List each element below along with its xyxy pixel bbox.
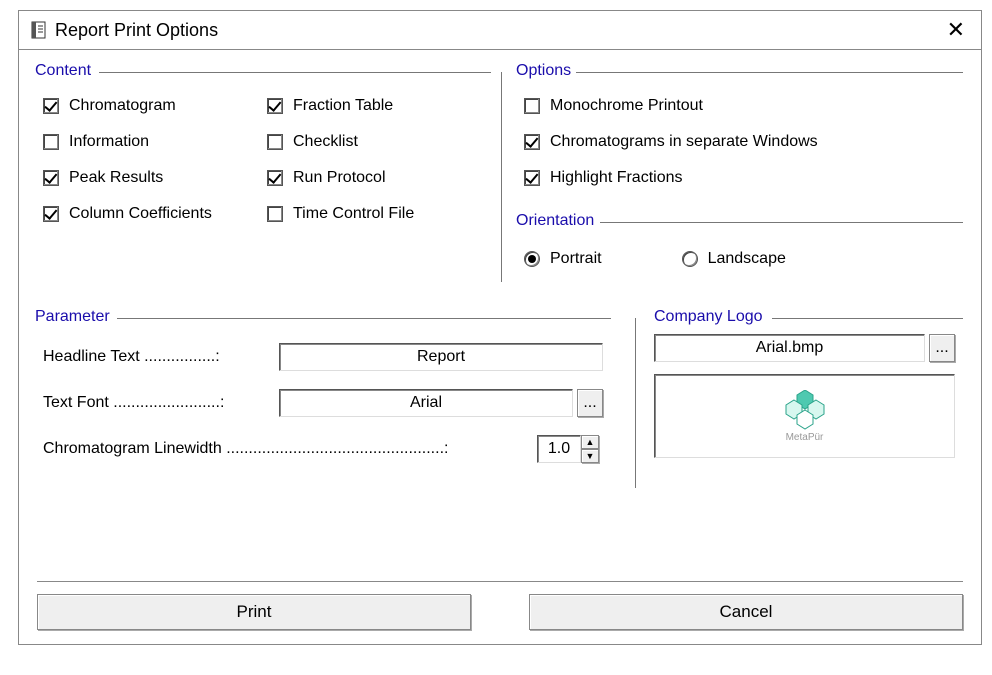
orientation-group: Orientation Portrait Landscape (516, 222, 963, 282)
linewidth-spinner[interactable]: 1.0 ▲ ▼ (537, 435, 599, 463)
cancel-label: Cancel (720, 602, 773, 622)
orientation-legend: Orientation (516, 212, 598, 230)
linewidth-value: 1.0 (548, 440, 570, 458)
linewidth-label: Chromatogram Linewidth .................… (43, 440, 537, 458)
content-legend: Content (35, 62, 95, 80)
chk-label: Time Control File (293, 205, 414, 223)
document-icon (29, 20, 49, 40)
linewidth-row: Chromatogram Linewidth .................… (43, 426, 603, 472)
chk-label: Highlight Fractions (550, 169, 683, 187)
chk-label: Chromatograms in separate Windows (550, 133, 818, 151)
checkbox-icon (267, 206, 283, 222)
ellipsis-label: ... (583, 394, 596, 412)
chk-information[interactable]: Information (43, 124, 253, 160)
chk-run-protocol[interactable]: Run Protocol (267, 160, 477, 196)
checkbox-icon (267, 170, 283, 186)
chk-separate-windows[interactable]: Chromatograms in separate Windows (524, 124, 955, 160)
font-value: Arial (410, 394, 442, 412)
headline-row: Headline Text ................: Report (43, 334, 603, 380)
logo-image: MetaPür (782, 390, 828, 443)
ellipsis-label: ... (935, 339, 948, 357)
close-button[interactable]: ✕ (941, 17, 971, 43)
parameter-legend: Parameter (35, 308, 114, 326)
content-group: Content Chromatogram Information (35, 72, 491, 258)
print-button[interactable]: Print (37, 594, 471, 630)
chk-chromatogram[interactable]: Chromatogram (43, 88, 253, 124)
checkbox-icon (43, 98, 59, 114)
logo-path-input[interactable]: Arial.bmp (654, 334, 925, 362)
chk-checklist[interactable]: Checklist (267, 124, 477, 160)
cancel-button[interactable]: Cancel (529, 594, 963, 630)
chk-fraction-table[interactable]: Fraction Table (267, 88, 477, 124)
logo-legend: Company Logo (654, 308, 767, 326)
radio-icon (682, 251, 698, 267)
window-title: Report Print Options (55, 20, 941, 41)
chk-label: Run Protocol (293, 169, 386, 187)
checkbox-icon (43, 134, 59, 150)
print-label: Print (237, 602, 272, 622)
chk-label: Monochrome Printout (550, 97, 703, 115)
checkbox-icon (267, 98, 283, 114)
spin-up-button[interactable]: ▲ (581, 435, 599, 449)
chk-label: Checklist (293, 133, 358, 151)
logo-preview: MetaPür (654, 374, 955, 458)
checkbox-icon (524, 98, 540, 114)
checkbox-icon (43, 170, 59, 186)
chk-time-control-file[interactable]: Time Control File (267, 196, 477, 232)
chk-label: Information (69, 133, 149, 151)
chk-label: Peak Results (69, 169, 163, 187)
chk-monochrome[interactable]: Monochrome Printout (524, 88, 955, 124)
right-column: Options Monochrome Printout Chromatogram… (501, 72, 963, 282)
radio-label: Portrait (550, 250, 602, 268)
radio-portrait[interactable]: Portrait (524, 244, 602, 274)
titlebar: Report Print Options ✕ (18, 10, 982, 50)
headline-value: Report (417, 348, 465, 366)
linewidth-input[interactable]: 1.0 (537, 435, 581, 463)
checkbox-icon (267, 134, 283, 150)
checkbox-icon (524, 170, 540, 186)
headline-input[interactable]: Report (279, 343, 603, 371)
radio-icon (524, 251, 540, 267)
logo-path-value: Arial.bmp (756, 339, 824, 357)
font-row: Text Font ........................: Aria… (43, 380, 603, 426)
headline-label: Headline Text ................: (43, 348, 279, 366)
chk-peak-results[interactable]: Peak Results (43, 160, 253, 196)
radio-landscape[interactable]: Landscape (682, 244, 786, 274)
options-legend: Options (516, 62, 575, 80)
logo-browse-button[interactable]: ... (929, 334, 955, 362)
chk-label: Fraction Table (293, 97, 393, 115)
spin-down-button[interactable]: ▼ (581, 449, 599, 463)
font-label: Text Font ........................: (43, 394, 279, 412)
font-input[interactable]: Arial (279, 389, 573, 417)
checkbox-icon (524, 134, 540, 150)
checkbox-icon (43, 206, 59, 222)
chk-highlight-fractions[interactable]: Highlight Fractions (524, 160, 955, 196)
chk-label: Chromatogram (69, 97, 176, 115)
font-browse-button[interactable]: ... (577, 389, 603, 417)
logo-group: Company Logo Arial.bmp ... (635, 318, 963, 488)
options-group: Options Monochrome Printout Chromatogram… (516, 72, 963, 222)
chk-label: Column Coefficients (69, 205, 212, 223)
chk-column-coefficients[interactable]: Column Coefficients (43, 196, 253, 232)
logo-preview-text: MetaPür (782, 432, 828, 443)
hex-logo-icon (782, 390, 828, 430)
dialog-body: Content Chromatogram Information (18, 50, 982, 645)
report-print-options-window: Report Print Options ✕ Content Chromatog… (0, 0, 992, 675)
radio-label: Landscape (708, 250, 786, 268)
parameter-group: Parameter Headline Text ................… (35, 318, 611, 488)
